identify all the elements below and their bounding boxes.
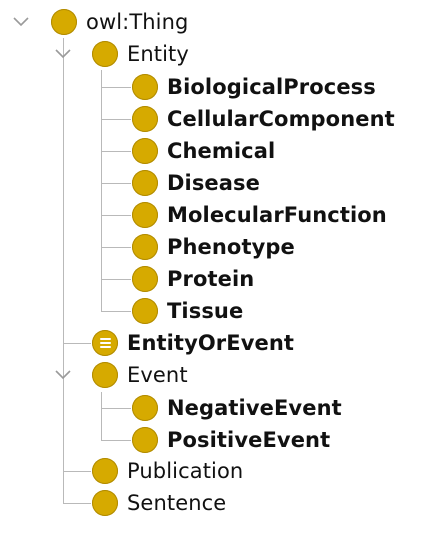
tree-node-negativeevent[interactable]: NegativeEvent <box>132 392 342 424</box>
tree-node-cellularcomponent[interactable]: CellularComponent <box>132 103 395 135</box>
tree-connector-line <box>101 440 131 441</box>
tree-node-owl-thing[interactable]: owl:Thing <box>51 6 188 38</box>
tree-connector-line <box>63 503 91 504</box>
node-label: Phenotype <box>167 235 295 259</box>
defined-class-icon <box>92 330 118 356</box>
tree-connector-line <box>63 471 91 472</box>
tree-connector-line <box>101 392 102 440</box>
node-label: MolecularFunction <box>167 203 387 227</box>
tree-node-protein[interactable]: Protein <box>132 263 254 295</box>
node-label: Disease <box>167 171 260 195</box>
node-label: Protein <box>167 267 255 291</box>
tree-node-disease[interactable]: Disease <box>132 167 260 199</box>
tree-node-molecularfunction[interactable]: MolecularFunction <box>132 199 387 231</box>
owl-class-icon <box>132 266 158 292</box>
node-label: owl:Thing <box>86 10 189 34</box>
tree-connector-line <box>63 38 64 503</box>
owl-class-icon <box>132 427 158 453</box>
tree-node-phenotype[interactable]: Phenotype <box>132 231 295 263</box>
tree-connector-line <box>101 119 131 120</box>
owl-class-icon <box>132 234 158 260</box>
owl-class-icon <box>132 298 158 324</box>
tree-connector-line <box>63 343 91 344</box>
tree-node-publication[interactable]: Publication <box>92 455 243 487</box>
tree-connector-line <box>101 215 131 216</box>
collapse-chevron-icon[interactable] <box>12 15 30 29</box>
tree-node-chemical[interactable]: Chemical <box>132 135 275 167</box>
tree-node-tissue[interactable]: Tissue <box>132 295 243 327</box>
tree-node-event[interactable]: Event <box>92 359 188 391</box>
tree-node-positiveevent[interactable]: PositiveEvent <box>132 424 330 456</box>
node-label: NegativeEvent <box>167 396 342 420</box>
tree-connector-line <box>101 408 131 409</box>
tree-connector-line <box>101 87 131 88</box>
node-label: Tissue <box>167 299 244 323</box>
node-label: Event <box>127 363 188 387</box>
node-label: Publication <box>127 459 244 483</box>
tree-node-biologicalprocess[interactable]: BiologicalProcess <box>132 71 376 103</box>
owl-class-icon <box>132 395 158 421</box>
tree-node-entityorevent[interactable]: EntityOrEvent <box>92 327 294 359</box>
node-label: Chemical <box>167 139 276 163</box>
collapse-chevron-icon[interactable] <box>54 368 72 382</box>
owl-class-icon <box>132 170 158 196</box>
node-label: CellularComponent <box>167 107 395 131</box>
owl-class-icon <box>92 458 118 484</box>
owl-class-icon <box>132 202 158 228</box>
node-label: EntityOrEvent <box>127 331 295 355</box>
owl-class-icon <box>132 138 158 164</box>
tree-connector-line <box>101 247 131 248</box>
owl-class-icon <box>132 74 158 100</box>
tree-connector-line <box>101 70 102 311</box>
tree-node-sentence[interactable]: Sentence <box>92 487 226 519</box>
owl-class-icon <box>92 362 118 388</box>
owl-class-icon <box>132 106 158 132</box>
tree-connector-line <box>101 279 131 280</box>
node-label: Entity <box>127 42 189 66</box>
tree-node-entity[interactable]: Entity <box>92 38 189 70</box>
node-label: PositiveEvent <box>167 428 331 452</box>
node-label: Sentence <box>127 491 227 515</box>
collapse-chevron-icon[interactable] <box>54 47 72 61</box>
owl-class-icon <box>92 490 118 516</box>
owl-class-icon <box>51 9 77 35</box>
tree-connector-line <box>101 151 131 152</box>
node-label: BiologicalProcess <box>167 75 376 99</box>
tree-connector-line <box>101 311 131 312</box>
tree-connector-line <box>101 183 131 184</box>
class-hierarchy-tree: owl:Thing Entity BiologicalProcess Cellu… <box>0 0 444 544</box>
owl-class-icon <box>92 41 118 67</box>
